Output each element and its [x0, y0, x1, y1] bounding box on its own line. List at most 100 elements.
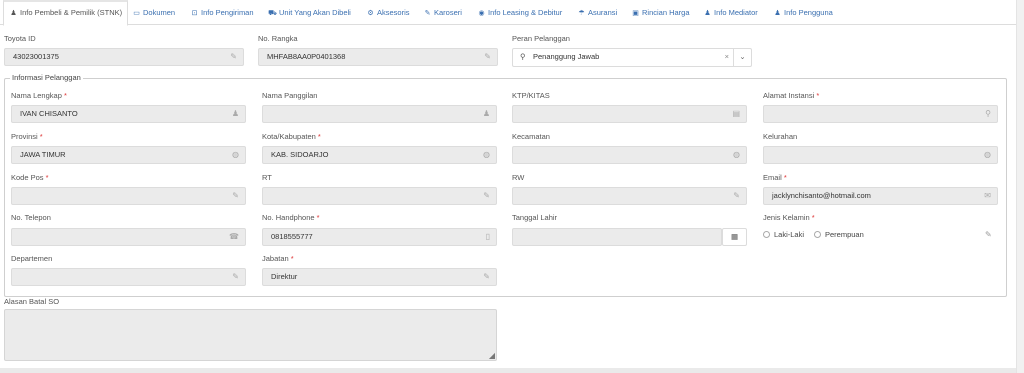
required-mark: *: [811, 213, 815, 222]
radio-perempuan[interactable]: Perempuan: [814, 230, 864, 239]
user-icon: ♟: [231, 109, 239, 118]
ktp-label: KTP/KITAS: [512, 91, 550, 100]
clear-icon[interactable]: ×: [725, 49, 729, 65]
jabatan-label: Jabatan *: [262, 254, 294, 263]
chevron-down-icon[interactable]: ⌄: [733, 49, 751, 66]
tgl-lahir-field[interactable]: [512, 228, 722, 246]
alamat-instansi-field[interactable]: ⚲: [763, 105, 998, 123]
label-text: Nama Lengkap: [11, 91, 62, 100]
alasan-batal-textarea[interactable]: ◢: [4, 309, 497, 361]
calendar-button[interactable]: ▦: [722, 228, 747, 246]
peran-select[interactable]: ⚲ Penanggung Jawab × ⌄: [512, 48, 752, 67]
provinsi-field[interactable]: JAWA TIMUR ◍: [11, 146, 246, 164]
wrench-icon: ✎: [424, 10, 431, 17]
jabatan-field[interactable]: Direktur ✎: [262, 268, 497, 286]
user-icon: ♟: [10, 10, 17, 17]
handphone-field[interactable]: 0818555777 ▯: [262, 228, 497, 246]
globe-icon: ◍: [232, 150, 239, 159]
phone-icon: ☎: [229, 232, 239, 241]
kelurahan-label: Kelurahan: [763, 132, 798, 141]
required-mark: *: [39, 132, 43, 141]
car-icon: ⛟: [268, 10, 277, 17]
label-text: Email: [763, 173, 782, 182]
tab-label: Info Pengguna: [784, 8, 833, 17]
telepon-label: No. Telepon: [11, 213, 51, 222]
telepon-field[interactable]: ☎: [11, 228, 246, 246]
rangka-field[interactable]: MHFAB8AA0P0401368 ✎: [258, 48, 498, 66]
eye-icon: ◉: [478, 10, 485, 17]
tab-label: Info Leasing & Debitur: [488, 8, 563, 17]
tab-unit[interactable]: ⛟ Unit Yang Akan Dibeli: [268, 0, 351, 25]
globe-icon: ◍: [483, 150, 490, 159]
tab-dokumen[interactable]: ▭ Dokumen: [132, 0, 175, 25]
required-mark: *: [783, 173, 787, 182]
required-mark: *: [316, 213, 320, 222]
label-text: Alamat Instansi: [763, 91, 815, 100]
pencil-icon: ✎: [985, 230, 992, 239]
label-text: No. Handphone: [262, 213, 315, 222]
tgl-lahir-label: Tanggal Lahir: [512, 213, 558, 222]
rt-field[interactable]: ✎: [262, 187, 497, 205]
kodepos-field[interactable]: ✎: [11, 187, 246, 205]
tab-info-pembeli[interactable]: ♟ Info Pembeli & Pemilik (STNK): [3, 0, 129, 26]
tab-label: Karoseri: [434, 8, 462, 17]
kota-label: Kota/Kabupaten *: [262, 132, 321, 141]
peran-value: Penanggung Jawab: [533, 52, 600, 61]
ktp-field[interactable]: ▤: [512, 105, 747, 123]
vertical-scrollbar[interactable]: [1016, 0, 1024, 373]
kecamatan-field[interactable]: ◍: [512, 146, 747, 164]
nama-panggilan-field[interactable]: ♟: [262, 105, 497, 123]
label-text: Jenis Kelamin: [763, 213, 810, 222]
alasan-batal-label: Alasan Batal SO: [4, 297, 60, 306]
globe-icon: ◍: [984, 150, 991, 159]
users-icon: ♟: [704, 10, 711, 17]
horizontal-scrollbar[interactable]: [0, 368, 1016, 373]
calendar-icon: ▦: [730, 232, 739, 241]
cogs-icon: ⚙: [367, 10, 374, 17]
email-label: Email *: [763, 173, 787, 182]
nama-lengkap-field[interactable]: IVAN CHISANTO ♟: [11, 105, 246, 123]
tab-leasing[interactable]: ◉ Info Leasing & Debitur: [477, 0, 562, 25]
provinsi-label: Provinsi *: [11, 132, 43, 141]
email-field[interactable]: jacklynchisanto@hotmail.com ✉: [763, 187, 998, 205]
tab-karoseri[interactable]: ✎ Karoseri: [423, 0, 462, 25]
tab-info-mediator[interactable]: ♟ Info Mediator: [703, 0, 758, 25]
radio-circle[interactable]: [763, 231, 770, 238]
required-mark: *: [816, 91, 820, 100]
label-text: Kode Pos: [11, 173, 44, 182]
envelope-icon: ✉: [984, 191, 991, 200]
tab-label: Info Mediator: [714, 8, 758, 17]
toyota-id-field[interactable]: 43023001375 ✎: [4, 48, 244, 66]
tab-info-pengguna[interactable]: ♟ Info Pengguna: [773, 0, 833, 25]
radio-laki-laki[interactable]: Laki-Laki: [763, 230, 804, 239]
folder-icon: ▭: [133, 10, 140, 17]
pencil-icon: ✎: [230, 52, 237, 61]
kota-field[interactable]: KAB. SIDOARJO ◍: [262, 146, 497, 164]
resize-handle-icon[interactable]: ◢: [489, 351, 495, 360]
required-mark: *: [290, 254, 294, 263]
umbrella-icon: ☂: [578, 10, 585, 17]
radio-label: Perempuan: [825, 230, 864, 239]
tab-aksesoris[interactable]: ⚙ Aksesoris: [366, 0, 409, 25]
kelurahan-field[interactable]: ◍: [763, 146, 998, 164]
peran-label: Peran Pelanggan: [512, 34, 570, 43]
tab-rincian-harga[interactable]: ▣ Rincian Harga: [631, 0, 689, 25]
departemen-label: Departemen: [11, 254, 53, 263]
pencil-icon: ✎: [232, 191, 239, 200]
label-text: Jabatan: [262, 254, 289, 263]
user-icon: ♟: [482, 109, 490, 118]
kodepos-label: Kode Pos *: [11, 173, 49, 182]
departemen-field[interactable]: ✎: [11, 268, 246, 286]
field-value: 0818555777: [271, 232, 313, 241]
rw-field[interactable]: ✎: [512, 187, 747, 205]
tab-info-pengiriman[interactable]: ⊡ Info Pengiriman: [190, 0, 254, 25]
alamat-instansi-label: Alamat Instansi *: [763, 91, 819, 100]
rt-label: RT: [262, 173, 272, 182]
required-mark: *: [45, 173, 49, 182]
tab-asuransi[interactable]: ☂ Asuransi: [577, 0, 617, 25]
tab-label: Unit Yang Akan Dibeli: [279, 8, 351, 17]
pencil-icon: ✎: [733, 191, 740, 200]
radio-circle[interactable]: [814, 231, 821, 238]
tab-bar: ♟ Info Pembeli & Pemilik (STNK) ▭ Dokumen …: [0, 0, 1016, 26]
pencil-icon: ✎: [483, 191, 490, 200]
